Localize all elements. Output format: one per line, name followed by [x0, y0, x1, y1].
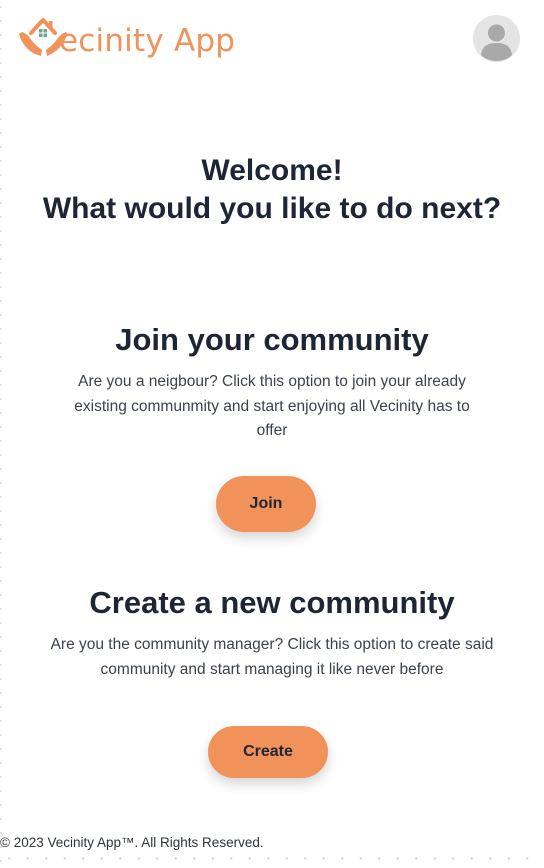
- app-logo[interactable]: ecinity App: [17, 12, 235, 60]
- welcome-line-2: What would you like to do next?: [42, 192, 502, 225]
- create-community-description: Are you the community manager? Click thi…: [50, 636, 494, 678]
- create-button[interactable]: Create: [208, 726, 328, 778]
- bottom-dotted-guide: [0, 857, 544, 860]
- user-avatar-button[interactable]: [473, 15, 520, 62]
- join-community-title: Join your community: [115, 322, 429, 357]
- app-name: ecinity App: [59, 23, 236, 59]
- footer-copyright: © 2023 Vecinity App™. All Rights Reserve…: [0, 835, 264, 850]
- join-community-description: Are you a neigbour? Click this option to…: [74, 373, 470, 439]
- join-community-section: Join your community Are you a neigbour? …: [0, 322, 544, 444]
- welcome-line-1: Welcome!: [201, 154, 343, 187]
- app-header: ecinity App: [0, 0, 544, 76]
- user-avatar-icon: [473, 15, 520, 62]
- create-community-title: Create a new community: [89, 585, 455, 620]
- create-community-section: Create a new community Are you the commu…: [0, 585, 544, 682]
- page: ecinity App Welcome! What would you like…: [0, 0, 544, 868]
- join-button[interactable]: Join: [216, 476, 316, 532]
- welcome-heading: Welcome! What would you like to do next?: [0, 152, 544, 228]
